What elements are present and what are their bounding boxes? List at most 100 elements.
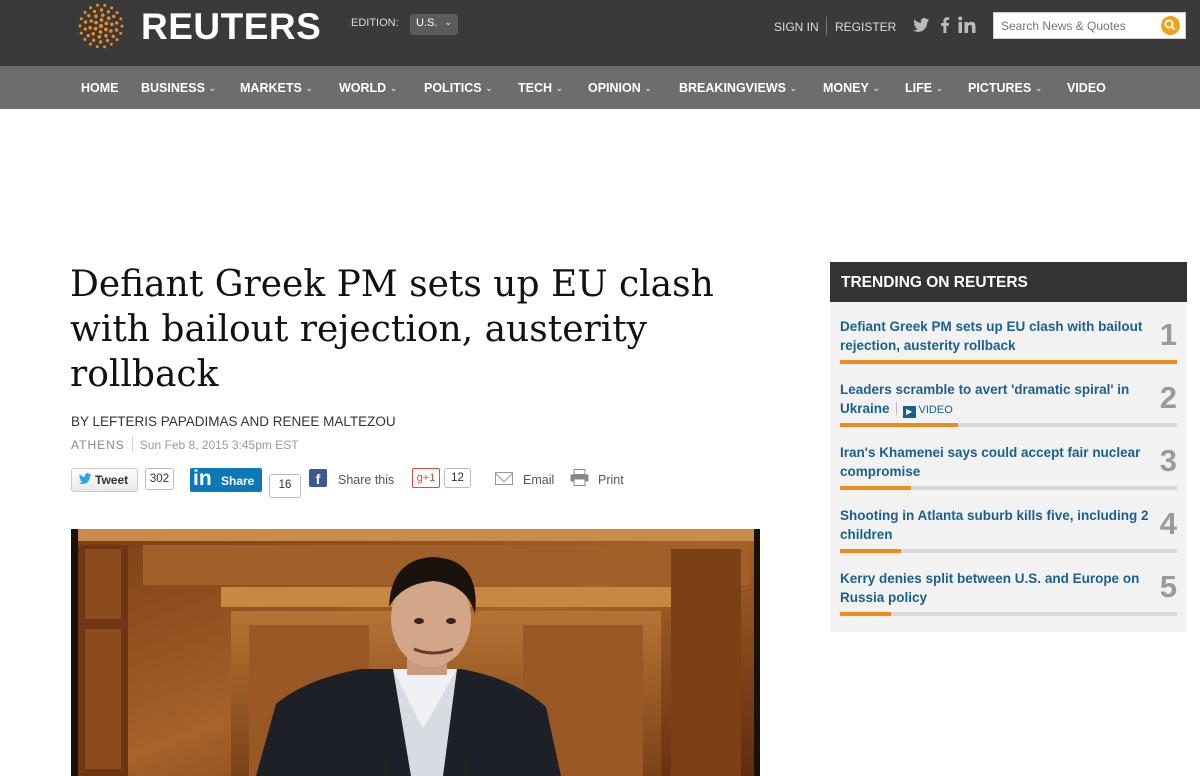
email-icon[interactable] [495, 472, 513, 485]
search-box [993, 12, 1186, 39]
trending-item-title: Kerry denies split between U.S. and Euro… [840, 571, 1140, 605]
trending-rank: 2 [1159, 380, 1177, 415]
edition-label: EDITION: [351, 17, 399, 29]
print-link[interactable]: Print [598, 473, 624, 487]
trending-item-title: Defiant Greek PM sets up EU clash with b… [840, 319, 1143, 353]
chevron-down-icon: ⌄ [1035, 84, 1042, 93]
nav-item-label: VIDEO [1067, 81, 1106, 95]
dateline-city: ATHENS [71, 438, 125, 452]
edition-value: U.S. [416, 17, 438, 29]
sign-in-link[interactable]: SIGN IN [774, 20, 819, 34]
divider [826, 17, 827, 35]
trending-item-title: Iran's Khamenei says could accept fair n… [840, 445, 1141, 479]
trending-item-title: Leaders scramble to avert 'dramatic spir… [840, 382, 1130, 416]
nav-item-label: HOME [81, 81, 119, 95]
video-label: VIDEO [918, 404, 953, 416]
google-plus-count: 12 [444, 468, 471, 488]
print-icon[interactable] [570, 469, 589, 486]
facebook-share-label[interactable]: Share this [338, 473, 394, 487]
linkedin-count: 16 [269, 474, 301, 498]
chevron-down-icon: ⌄ [485, 84, 493, 93]
trending-item[interactable]: Shooting in Atlanta suburb kills five, i… [840, 506, 1177, 569]
nav-item-label: BUSINESS [141, 81, 205, 95]
nav-item-video[interactable]: VIDEO [1067, 81, 1106, 95]
video-badge[interactable]: ▶ VIDEO [902, 401, 953, 420]
linkedin-icon[interactable] [957, 15, 977, 35]
linkedin-share-button[interactable]: in Share [190, 467, 262, 492]
trending-item-title: Shooting in Atlanta suburb kills five, i… [840, 508, 1149, 542]
nav-item-markets[interactable]: MARKETS ⌄ [240, 81, 313, 95]
reuters-logo-text[interactable]: REUTERS [141, 6, 321, 48]
search-input[interactable] [994, 13, 1154, 38]
nav-item-money[interactable]: MONEY ⌄ [823, 81, 880, 95]
top-bar: REUTERS EDITION: U.S. ⌄ SIGN IN REGISTER [0, 0, 1200, 66]
main-nav: HOME BUSINESS ⌄ MARKETS ⌄ WORLD ⌄ POLITICS ⌄ TECH… [0, 66, 1200, 109]
nav-item-opinion[interactable]: OPINION ⌄ [588, 81, 652, 95]
article-byline: BY LEFTERIS PAPADIMAS AND RENEE MALTEZOU [71, 414, 396, 429]
chevron-down-icon: ⌄ [789, 84, 797, 93]
email-link[interactable]: Email [523, 473, 554, 487]
twitter-icon[interactable] [912, 15, 930, 35]
chevron-down-icon: ⌄ [644, 84, 652, 93]
article-photo-image [71, 529, 760, 776]
divider [895, 402, 897, 415]
nav-item-home[interactable]: HOME [81, 81, 119, 95]
popularity-bar-fill [840, 549, 901, 553]
edition-select[interactable]: U.S. ⌄ [410, 14, 458, 35]
article-date: Sun Feb 8, 2015 3:45pm EST [139, 438, 299, 452]
popularity-bar-fill [840, 360, 1177, 364]
article-headline: Defiant Greek PM sets up EU clash with b… [70, 264, 714, 395]
trending-item-link[interactable]: Shooting in Atlanta suburb kills five, i… [840, 506, 1150, 544]
nav-item-label: WORLD [339, 81, 387, 95]
article-photo[interactable] [71, 529, 760, 776]
popularity-bar [840, 486, 1177, 490]
play-icon: ▶ [902, 406, 916, 418]
linkedin-icon: in [193, 467, 212, 490]
trending-item[interactable]: Kerry denies split between U.S. and Euro… [840, 569, 1177, 632]
trending-item-link[interactable]: Iran's Khamenei says could accept fair n… [840, 443, 1150, 481]
trending-item[interactable]: Leaders scramble to avert 'dramatic spir… [840, 380, 1177, 443]
chevron-down-icon: ⌄ [390, 84, 397, 93]
trending-item[interactable]: Defiant Greek PM sets up EU clash with b… [840, 317, 1177, 380]
facebook-icon[interactable] [936, 15, 954, 35]
tweet-count: 302 [145, 468, 174, 490]
nav-item-politics[interactable]: POLITICS ⌄ [424, 81, 492, 95]
reuters-logo-icon[interactable] [72, 0, 130, 52]
trending-rank: 5 [1159, 569, 1177, 604]
trending-title: TRENDING ON REUTERS [830, 262, 1187, 302]
popularity-bar [840, 423, 1177, 427]
nav-item-label: PICTURES [968, 81, 1032, 95]
nav-item-label: POLITICS [424, 81, 482, 95]
popularity-bar-fill [840, 486, 911, 490]
google-plus-button[interactable]: g+1 [412, 468, 440, 488]
trending-rank: 4 [1159, 506, 1177, 541]
chevron-down-icon: ⌄ [936, 84, 943, 93]
nav-item-tech[interactable]: TECH ⌄ [518, 81, 563, 95]
popularity-bar [840, 612, 1177, 616]
nav-item-life[interactable]: LIFE ⌄ [905, 81, 943, 95]
trending-item[interactable]: Iran's Khamenei says could accept fair n… [840, 443, 1177, 506]
linkedin-share-label: Share [221, 474, 255, 488]
trending-item-link[interactable]: Defiant Greek PM sets up EU clash with b… [840, 317, 1150, 355]
nav-item-world[interactable]: WORLD ⌄ [339, 81, 397, 95]
nav-item-business[interactable]: BUSINESS ⌄ [141, 81, 216, 95]
popularity-bar-fill [840, 423, 958, 427]
tweet-button[interactable]: Tweet [71, 468, 138, 492]
trending-rank: 3 [1159, 443, 1177, 478]
divider [131, 437, 133, 451]
register-link[interactable]: REGISTER [835, 20, 896, 34]
chevron-down-icon: ⌄ [444, 17, 452, 27]
search-button[interactable] [1161, 16, 1180, 35]
popularity-bar-fill [840, 612, 891, 616]
nav-item-label: OPINION [588, 81, 641, 95]
trending-item-link[interactable]: Leaders scramble to avert 'dramatic spir… [840, 380, 1150, 420]
chevron-down-icon: ⌄ [872, 84, 880, 93]
nav-item-pictures[interactable]: PICTURES ⌄ [968, 81, 1042, 95]
nav-item-breakingviews[interactable]: BREAKINGVIEWS ⌄ [679, 81, 797, 95]
trending-item-link[interactable]: Kerry denies split between U.S. and Euro… [840, 569, 1150, 607]
facebook-icon[interactable]: f [309, 469, 327, 487]
tweet-label: Tweet [95, 473, 129, 487]
nav-item-label: TECH [518, 81, 553, 95]
popularity-bar [840, 549, 1177, 553]
nav-item-label: MARKETS [240, 81, 302, 95]
